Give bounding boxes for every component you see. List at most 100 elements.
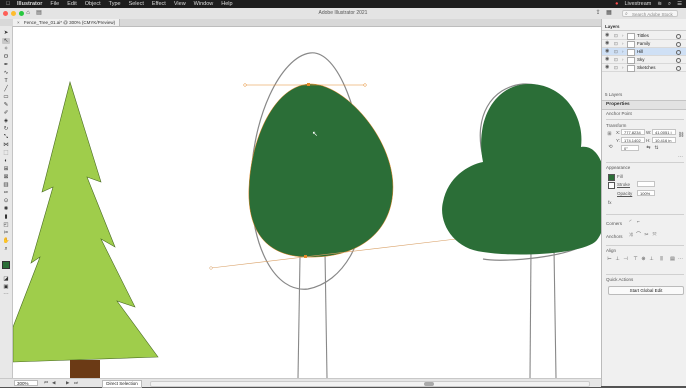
menu-select[interactable]: Select <box>129 1 144 7</box>
perspective-grid-tool-icon[interactable]: ⊞ <box>2 166 10 172</box>
lock-icon[interactable]: ⊡ <box>614 56 618 63</box>
h-field[interactable]: 10.416 in <box>652 137 676 143</box>
layer-target-icon[interactable] <box>676 58 681 63</box>
tab-layers[interactable]: Layers <box>605 23 620 30</box>
layer-name[interactable]: Sketches <box>637 64 656 71</box>
visibility-eye-icon[interactable]: ◉ <box>605 64 609 71</box>
align-right-icon[interactable]: ⊣ <box>623 257 628 262</box>
visibility-eye-icon[interactable]: ◉ <box>605 56 609 63</box>
align-left-icon[interactable]: ⊢ <box>607 257 612 262</box>
rotate-angle-icon[interactable]: ⟲ <box>608 145 613 150</box>
zoom-tool-icon[interactable]: ⌕ <box>2 246 10 252</box>
horizontal-scrollbar[interactable] <box>150 381 590 387</box>
pen-tool-icon[interactable]: ✒ <box>2 62 10 68</box>
current-tool-status[interactable]: Direct Selection <box>102 380 142 388</box>
magic-wand-tool-icon[interactable]: ✧ <box>2 46 10 52</box>
livestream-label[interactable]: Livestream <box>624 1 651 7</box>
layer-name[interactable]: Tittles <box>637 32 649 39</box>
visibility-eye-icon[interactable]: ◉ <box>605 40 609 47</box>
layer-target-icon[interactable] <box>676 42 681 47</box>
lasso-tool-icon[interactable]: ʘ <box>2 54 10 60</box>
layer-target-icon[interactable] <box>676 66 681 71</box>
layer-row[interactable]: ◉ ⊡ › Family <box>602 40 686 48</box>
y-field[interactable]: 174.1402 <box>621 137 645 143</box>
line-tool-icon[interactable]: ╱ <box>2 86 10 92</box>
layer-name[interactable]: Sky <box>637 56 645 63</box>
close-tab-icon[interactable]: × <box>17 20 20 25</box>
blend-tool-icon[interactable]: ⊙ <box>2 198 10 204</box>
distribute-icon[interactable]: ⫼ <box>659 257 664 262</box>
stroke-weight-field[interactable] <box>637 181 655 187</box>
align-h-center-icon[interactable]: ⊥ <box>615 257 620 262</box>
expand-chevron-icon[interactable]: › <box>622 64 624 71</box>
anchor-point-top[interactable] <box>307 83 310 86</box>
flip-vertical-icon[interactable]: ⇅ <box>654 146 659 151</box>
paintbrush-tool-icon[interactable]: ✎ <box>2 102 10 108</box>
menu-illustrator[interactable]: Illustrator <box>17 1 42 7</box>
apple-icon[interactable]:  <box>5 1 11 7</box>
record-icon[interactable]: ● <box>615 1 618 7</box>
artboard-canvas[interactable]: ↖ <box>13 27 601 378</box>
align-to-icon[interactable]: ▤ <box>670 257 675 262</box>
menu-help[interactable]: Help <box>221 1 232 7</box>
lock-icon[interactable]: ⊡ <box>614 64 618 71</box>
fx-icon[interactable]: fx <box>608 200 612 205</box>
mesh-tool-icon[interactable]: ⊠ <box>2 174 10 180</box>
handle-point-left[interactable] <box>243 83 247 87</box>
next-artboard-icon[interactable]: ▶ <box>66 380 69 386</box>
gradient-tool-icon[interactable]: ▥ <box>2 182 10 188</box>
flip-horizontal-icon[interactable]: ⇆ <box>646 146 651 151</box>
layer-row[interactable]: ◉ ⊡ › Sketches <box>602 64 686 72</box>
free-transform-tool-icon[interactable]: ⬚ <box>2 150 10 156</box>
middle-tree-crown-shape[interactable] <box>248 83 394 258</box>
horizontal-scroll-thumb[interactable] <box>424 382 434 386</box>
stroke-label[interactable]: Stroke <box>617 182 630 187</box>
menu-file[interactable]: File <box>50 1 59 7</box>
slice-tool-icon[interactable]: ✂ <box>2 230 10 236</box>
layer-name[interactable]: Family <box>637 40 650 47</box>
first-artboard-icon[interactable]: ⏮ <box>44 380 48 386</box>
w-field[interactable]: 41.0051 i <box>652 129 676 135</box>
layer-target-icon[interactable] <box>676 34 681 39</box>
expand-chevron-icon[interactable]: › <box>622 48 624 55</box>
lock-icon[interactable]: ⊡ <box>614 40 618 47</box>
angle-field[interactable]: 0° <box>621 145 639 151</box>
share-icon[interactable]: ⇪ <box>594 9 602 17</box>
menu-edit[interactable]: Edit <box>67 1 76 7</box>
layer-target-icon[interactable] <box>676 50 681 55</box>
menu-effect[interactable]: Effect <box>152 1 166 7</box>
corner-radius-icon[interactable]: ⌐ <box>636 220 641 225</box>
expand-chevron-icon[interactable]: › <box>622 56 624 63</box>
prev-artboard-icon[interactable]: ◀ <box>52 380 55 386</box>
layer-row-selected[interactable]: ◉ ⊡ › Hill <box>602 48 686 56</box>
screen-mode-icon[interactable]: ▣ <box>2 284 10 290</box>
properties-title[interactable]: Properties <box>606 101 630 109</box>
menu-object[interactable]: Object <box>85 1 101 7</box>
visibility-eye-icon[interactable]: ◉ <box>605 48 609 55</box>
column-graph-tool-icon[interactable]: ▮ <box>2 214 10 220</box>
layer-name[interactable]: Hill <box>637 48 643 55</box>
scale-tool-icon[interactable]: ⤡ <box>2 134 10 140</box>
shaper-tool-icon[interactable]: ✐ <box>2 110 10 116</box>
last-artboard-icon[interactable]: ⏭ <box>74 380 78 386</box>
align-more-icon[interactable]: ⋯ <box>678 257 683 262</box>
more-options-icon[interactable]: ⋯ <box>678 155 683 160</box>
menu-type[interactable]: Type <box>109 1 121 7</box>
stroke-swatch-icon[interactable] <box>608 182 615 189</box>
convert-anchor-icon[interactable]: ⤨ <box>628 233 633 238</box>
selection-tool-icon[interactable]: ➤ <box>2 30 10 36</box>
document-tab[interactable]: × Fence_Tree_01.ai* @ 300% (CMYK/Preview… <box>13 19 121 26</box>
rectangle-tool-icon[interactable]: ▭ <box>2 94 10 100</box>
align-v-center-icon[interactable]: ⊕ <box>641 257 646 262</box>
control-center-icon[interactable]: ☰ <box>677 1 682 7</box>
constrain-proportions-icon[interactable]: ⛓ <box>678 133 684 138</box>
layer-row[interactable]: ◉ ⊡ › Sky <box>602 56 686 64</box>
corner-type-icon[interactable]: ◜ <box>628 220 633 225</box>
anchor-point-bottom[interactable] <box>304 255 307 258</box>
width-tool-icon[interactable]: ⋈ <box>2 142 10 148</box>
eyedropper-tool-icon[interactable]: ✑ <box>2 190 10 196</box>
x-field[interactable]: 777.8234 <box>621 129 645 135</box>
wifi-icon[interactable]: ≋ <box>657 1 662 7</box>
symbol-sprayer-tool-icon[interactable]: ✺ <box>2 206 10 212</box>
direct-selection-tool-icon[interactable]: ↖ <box>2 38 10 44</box>
